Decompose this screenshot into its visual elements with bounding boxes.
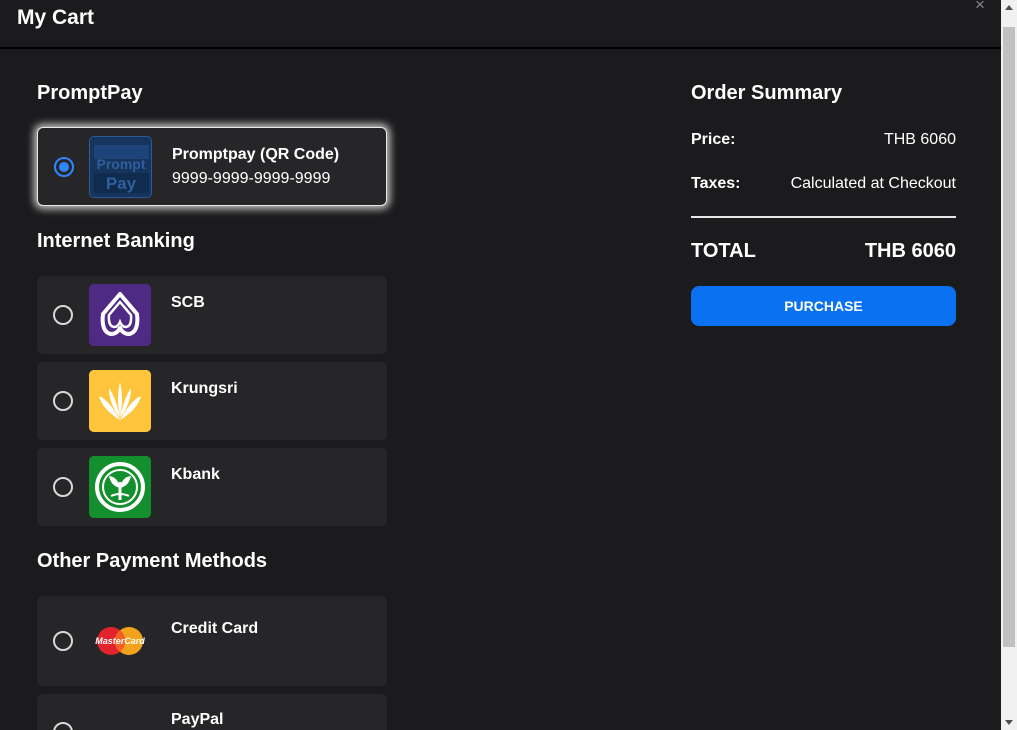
order-summary-title: Order Summary xyxy=(691,82,843,104)
scb-name: SCB xyxy=(171,294,205,311)
payment-option-krungsri[interactable]: Krungsri xyxy=(37,362,387,440)
svg-text:MasterCard: MasterCard xyxy=(95,636,145,646)
paypal-logo-icon xyxy=(89,724,109,730)
payment-option-credit-card[interactable]: MasterCard Credit Card xyxy=(37,596,387,686)
mastercard-logo-icon: MasterCard xyxy=(89,610,151,672)
radio-scb[interactable] xyxy=(53,305,73,325)
section-title-internet-banking: Internet Banking xyxy=(37,230,195,252)
kbank-name: Kbank xyxy=(171,466,220,483)
credit-card-name: Credit Card xyxy=(171,620,259,637)
payment-option-kbank[interactable]: Kbank xyxy=(37,448,387,526)
summary-divider xyxy=(691,216,956,218)
kbank-logo-icon xyxy=(89,456,151,518)
scb-logo-icon xyxy=(89,284,151,346)
taxes-value: Calculated at Checkout xyxy=(790,175,956,192)
promptpay-logo: Prompt Pay xyxy=(89,136,152,198)
payment-option-promptpay[interactable]: Prompt Pay Promptpay (QR Code) 9999-9999… xyxy=(37,127,387,206)
radio-credit-card[interactable] xyxy=(53,631,73,651)
svg-text:Prompt: Prompt xyxy=(97,156,146,172)
total-label: TOTAL xyxy=(691,240,756,262)
svg-text:Pay: Pay xyxy=(106,174,137,193)
promptpay-name: Promptpay (QR Code) xyxy=(172,146,340,163)
price-value: THB 6060 xyxy=(883,131,956,148)
krungsri-logo-icon xyxy=(89,370,151,432)
scrollbar-thumb[interactable] xyxy=(1003,27,1015,647)
scroll-up-arrow-icon[interactable] xyxy=(1001,0,1017,16)
radio-krungsri[interactable] xyxy=(53,391,73,411)
scroll-down-arrow-icon[interactable] xyxy=(1001,714,1017,730)
payment-option-scb[interactable]: SCB xyxy=(37,276,387,354)
total-value: THB 6060 xyxy=(864,240,956,262)
close-icon[interactable]: × xyxy=(972,0,988,13)
section-title-other-payment: Other Payment Methods xyxy=(37,550,268,572)
price-label: Price: xyxy=(691,131,736,148)
paypal-name: PayPal xyxy=(171,711,224,728)
radio-promptpay[interactable] xyxy=(54,157,74,177)
modal-header: My Cart xyxy=(0,0,1001,49)
radio-kbank[interactable] xyxy=(53,477,73,497)
promptpay-number: 9999-9999-9999-9999 xyxy=(172,170,331,187)
payment-option-paypal[interactable]: PayPal xyxy=(37,694,387,730)
vertical-scrollbar[interactable] xyxy=(1001,0,1017,730)
krungsri-name: Krungsri xyxy=(171,380,238,397)
radio-paypal[interactable] xyxy=(53,722,73,730)
modal-title: My Cart xyxy=(17,6,95,29)
section-title-promptpay: PromptPay xyxy=(37,82,143,104)
taxes-label: Taxes: xyxy=(691,175,741,192)
purchase-button[interactable]: PURCHASE xyxy=(691,286,956,326)
